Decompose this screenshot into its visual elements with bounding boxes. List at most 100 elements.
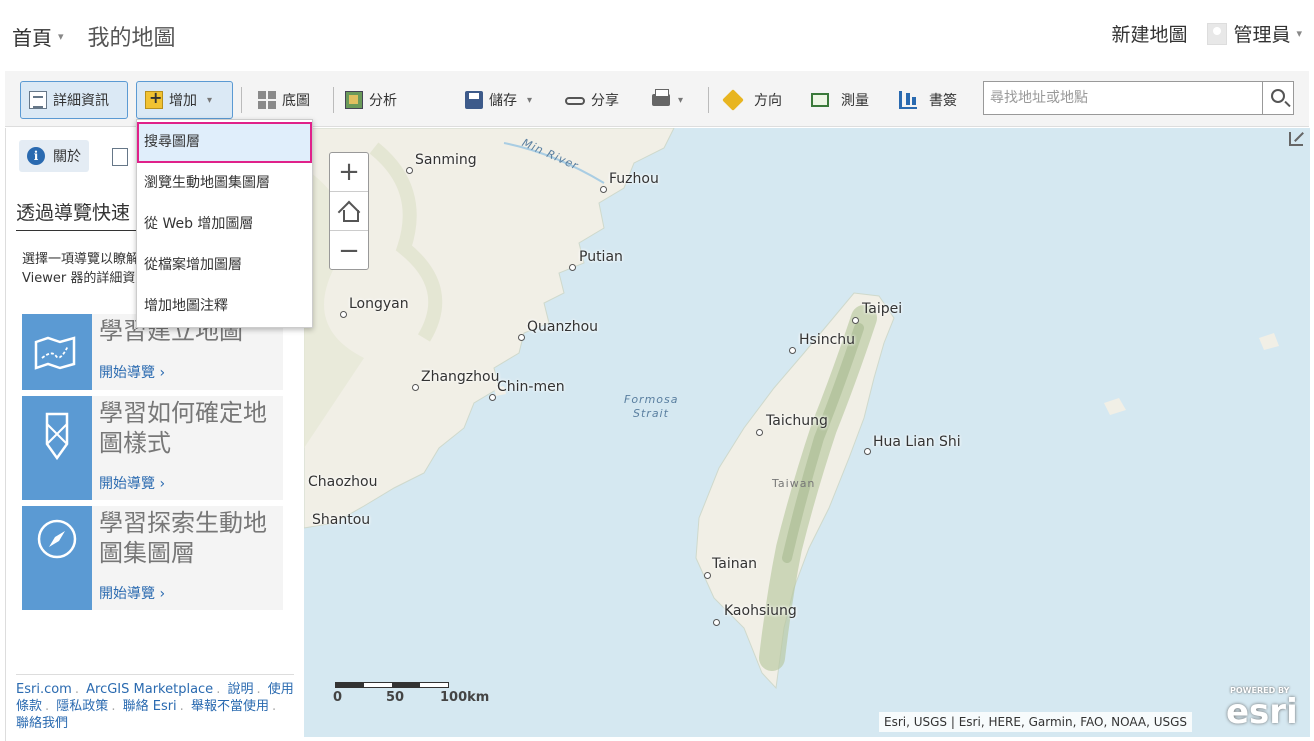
directions-button[interactable]: 方向 <box>716 81 790 119</box>
footer-links: Esri.com. ArcGIS Marketplace. 說明. 使用條款. … <box>16 674 294 732</box>
city-label: Taichung <box>766 413 828 429</box>
chevron-down-icon: ▾ <box>1296 27 1302 40</box>
details-label: 詳細資訊 <box>53 93 109 109</box>
footer-link[interactable]: 隱私政策 <box>56 699 108 714</box>
city-label: Hsinchu <box>799 332 856 348</box>
scale-label: 100km <box>440 690 490 705</box>
analysis-label: 分析 <box>369 93 397 109</box>
tour-card-explore-atlas[interactable]: 學習探索生動地圖集圖層 開始導覽 › <box>22 506 283 610</box>
footer-link[interactable]: 聯絡我們 <box>16 716 68 731</box>
city-marker <box>489 394 496 401</box>
share-button[interactable]: 分享 <box>557 81 627 119</box>
header-right: 新建地圖 管理員 ▾ <box>1111 20 1302 47</box>
print-icon <box>652 89 670 106</box>
user-menu[interactable]: 管理員 ▾ <box>1233 20 1302 47</box>
footer-link[interactable]: 舉報不當使用 <box>191 699 269 714</box>
search-input[interactable] <box>983 81 1263 115</box>
city-marker <box>852 317 859 324</box>
chevron-down-icon: ▾ <box>527 94 533 106</box>
tab-about[interactable]: i 關於 <box>19 140 89 172</box>
esri-logo[interactable]: POWERED BY esri <box>1224 686 1304 732</box>
tour-card-title: 學習探索生動地圖集圖層 <box>99 509 267 567</box>
city-label: Putian <box>579 249 623 265</box>
map-view[interactable]: Sanming Fuzhou Putian Longyan Quanzhou Z… <box>304 128 1310 737</box>
city-label: Hua Lian Shi <box>873 434 961 450</box>
save-disk-icon <box>465 91 483 109</box>
city-marker <box>412 384 419 391</box>
details-button[interactable]: 詳細資訊 <box>20 81 128 119</box>
footer-link[interactable]: 說明 <box>227 682 253 697</box>
tour-card-style-map[interactable]: 學習如何確定地圖樣式 開始導覽 › <box>22 396 283 500</box>
info-icon: i <box>27 147 45 165</box>
basemap-button[interactable]: 底圖 <box>250 81 318 119</box>
add-layer-icon <box>145 88 163 109</box>
chevron-down-icon: ▾ <box>207 94 213 106</box>
expand-icon[interactable] <box>1289 132 1303 146</box>
city-marker <box>518 334 525 341</box>
city-label: Sanming <box>415 152 477 168</box>
home-button[interactable] <box>330 192 368 231</box>
city-marker <box>406 167 413 174</box>
map-tour-icon <box>22 314 92 390</box>
city-marker <box>569 264 576 271</box>
print-button[interactable]: ▾ <box>644 81 691 119</box>
analysis-button[interactable]: 分析 <box>337 81 405 119</box>
zoom-control: + − <box>329 152 369 270</box>
bookmarks-button[interactable]: 書簽 <box>891 81 965 119</box>
footer-link[interactable]: ArcGIS Marketplace <box>86 682 213 697</box>
basemap-grid-icon <box>258 91 276 109</box>
share-link-icon <box>565 97 585 105</box>
tab-about-label: 關於 <box>53 149 81 165</box>
home-menu[interactable]: 首頁 ▾ <box>12 22 64 51</box>
menu-item-add-map-notes[interactable]: 增加地圖注釋 <box>137 286 312 327</box>
island-label: Taiwan <box>772 477 816 490</box>
measure-button[interactable]: 測量 <box>803 81 877 119</box>
city-marker <box>713 619 720 626</box>
start-tour-link[interactable]: 開始導覽 › <box>99 473 165 493</box>
home-icon <box>340 202 359 222</box>
content-list-icon[interactable] <box>112 148 128 166</box>
map-attribution: Esri, USGS | Esri, HERE, Garmin, FAO, NO… <box>879 712 1193 732</box>
basemap-canvas <box>304 128 1279 690</box>
city-marker <box>704 572 711 579</box>
city-marker <box>756 429 763 436</box>
basemap-label: 底圖 <box>282 93 310 109</box>
bookmark-icon <box>899 91 917 109</box>
add-layer-menu: 搜尋圖層 瀏覽生動地圖集圖層 從 Web 增加圖層 從檔案增加圖層 增加地圖注釋 <box>136 119 313 328</box>
menu-item-search-layers[interactable]: 搜尋圖層 <box>137 122 312 163</box>
page-title: 我的地圖 <box>87 26 176 51</box>
esri-wordmark: esri <box>1226 692 1298 732</box>
menu-item-add-from-file[interactable]: 從檔案增加圖層 <box>137 245 312 286</box>
zoom-out-button[interactable]: − <box>330 231 368 270</box>
strait-label: Strait <box>633 407 669 420</box>
header-left: 首頁 ▾ 我的地圖 <box>12 20 176 52</box>
city-label: Chin-men <box>497 379 565 395</box>
add-button[interactable]: 增加 ▾ <box>136 81 233 119</box>
compass-tour-icon <box>22 506 92 610</box>
zoom-in-button[interactable]: + <box>330 153 368 192</box>
search-button[interactable] <box>1262 81 1294 115</box>
bookmarks-label: 書簽 <box>929 93 957 109</box>
chevron-down-icon: ▾ <box>678 94 684 106</box>
start-tour-link[interactable]: 開始導覽 › <box>99 583 165 603</box>
measure-label: 測量 <box>841 93 869 109</box>
directions-icon <box>722 89 744 111</box>
city-label: Shantou <box>312 512 371 528</box>
share-label: 分享 <box>591 93 619 109</box>
city-label: Longyan <box>349 296 409 312</box>
footer-link[interactable]: 聯絡 Esri <box>123 699 177 714</box>
analysis-icon <box>345 91 363 109</box>
save-label: 儲存 <box>489 93 517 109</box>
city-marker <box>864 448 871 455</box>
details-icon <box>29 91 47 109</box>
start-tour-link[interactable]: 開始導覽 › <box>99 362 165 382</box>
menu-item-add-from-web[interactable]: 從 Web 增加圖層 <box>137 204 312 245</box>
footer-link[interactable]: Esri.com <box>16 682 72 697</box>
save-button[interactable]: 儲存 ▾ <box>457 81 540 119</box>
city-label: Fuzhou <box>609 171 659 187</box>
scale-label: 0 <box>333 690 343 705</box>
directions-label: 方向 <box>754 93 782 109</box>
new-map-link[interactable]: 新建地圖 <box>1111 20 1187 47</box>
home-label: 首頁 <box>12 25 52 50</box>
menu-item-browse-atlas[interactable]: 瀏覽生動地圖集圖層 <box>137 163 312 204</box>
